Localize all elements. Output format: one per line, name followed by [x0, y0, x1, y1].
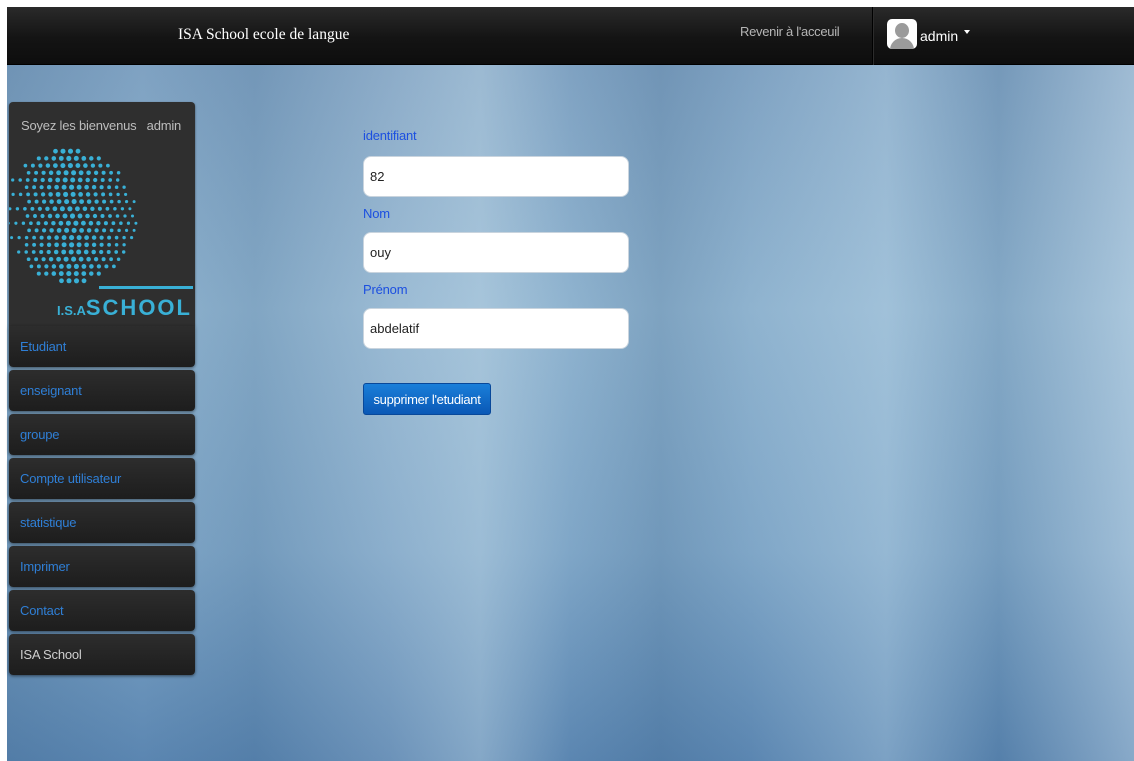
logo-wordmark: I.S.ASCHOOL [56, 295, 192, 320]
user-name: admin [920, 28, 959, 44]
sidebar-item-enseignant[interactable]: enseignant [9, 370, 195, 411]
sidebar: Soyez les bienvenus admin I.S.ASCHOOL Et… [0, 102, 195, 675]
nom-field[interactable] [363, 232, 629, 273]
prenom-label: Prénom [363, 282, 408, 297]
identifiant-label: identifiant [363, 128, 417, 143]
top-navbar: ISA School ecole de langue Revenir à l'a… [7, 7, 1134, 65]
sidebar-item-groupe[interactable]: groupe [9, 414, 195, 455]
navbar-divider [872, 7, 873, 65]
nom-label: Nom [363, 206, 390, 221]
brand-title[interactable]: ISA School ecole de langue [178, 26, 349, 44]
user-avatar-icon [887, 19, 917, 49]
sidebar-item-statistique[interactable]: statistique [9, 502, 195, 543]
sidebar-item-isa-school[interactable]: ISA School [9, 634, 195, 675]
sidebar-item-imprimer[interactable]: Imprimer [9, 546, 195, 587]
delete-student-button[interactable]: supprimer l'etudiant [363, 383, 491, 415]
identifiant-field[interactable] [363, 156, 629, 197]
sidebar-item-contact[interactable]: Contact [9, 590, 195, 631]
caret-down-icon [964, 30, 970, 34]
sidebar-header: Soyez les bienvenus admin I.S.ASCHOOL [0, 102, 195, 326]
isa-school-logo: I.S.ASCHOOL [0, 136, 195, 326]
prenom-field[interactable] [363, 308, 629, 349]
welcome-message: Soyez les bienvenus admin [21, 118, 182, 133]
sidebar-item-etudiant[interactable]: Etudiant [9, 326, 195, 367]
sidebar-item-compte-utilisateur[interactable]: Compte utilisateur [9, 458, 195, 499]
home-link[interactable]: Revenir à l'acceuil [740, 24, 840, 39]
